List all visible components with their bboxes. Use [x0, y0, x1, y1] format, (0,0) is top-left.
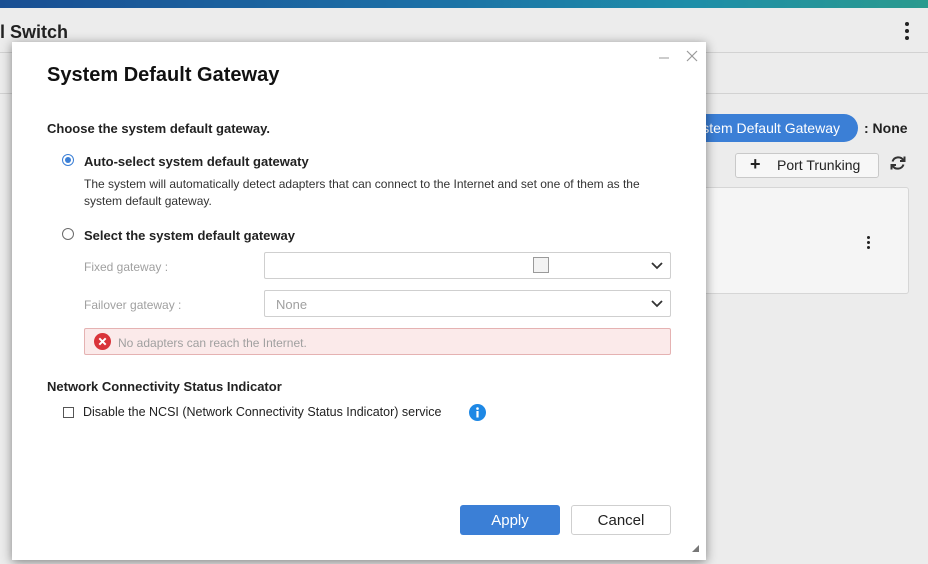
auto-select-description: The system will automatically detect ada…: [84, 177, 640, 208]
manual-select-label[interactable]: Select the system default gateway: [84, 228, 295, 243]
fixed-gateway-select[interactable]: [264, 252, 671, 279]
failover-gateway-select[interactable]: None: [264, 290, 671, 317]
system-default-gateway-button[interactable]: stem Default Gateway: [690, 114, 858, 142]
chevron-down-icon: [651, 300, 663, 308]
adapter-card: [690, 187, 909, 294]
port-trunking-label: Port Trunking: [777, 157, 861, 173]
top-accent-bar: [0, 0, 928, 8]
close-icon[interactable]: [686, 50, 698, 62]
auto-select-label[interactable]: Auto-select system default gatewaty: [84, 154, 309, 169]
card-more-icon[interactable]: [865, 236, 871, 250]
section-heading: Choose the system default gateway.: [47, 121, 270, 136]
error-message: No adapters can reach the Internet.: [118, 336, 307, 350]
minimize-icon[interactable]: [658, 48, 670, 62]
error-icon: [94, 333, 111, 350]
failover-gateway-value: None: [276, 297, 308, 312]
app-more-icon[interactable]: [903, 22, 911, 42]
fixed-gateway-label: Fixed gateway :: [84, 260, 169, 274]
broken-image-icon: [533, 257, 549, 273]
apply-button[interactable]: Apply: [460, 505, 560, 535]
default-gateway-value: : None: [864, 120, 908, 136]
ncsi-heading: Network Connectivity Status Indicator: [47, 379, 282, 394]
disable-ncsi-label[interactable]: Disable the NCSI (Network Connectivity S…: [83, 405, 441, 419]
manual-select-radio[interactable]: [62, 228, 74, 240]
app-title: l Switch: [0, 22, 69, 42]
dialog-title: System Default Gateway: [47, 64, 280, 86]
error-banner: No adapters can reach the Internet.: [84, 328, 671, 355]
refresh-icon[interactable]: [888, 153, 908, 173]
resize-grip-icon[interactable]: [690, 543, 700, 553]
failover-gateway-label: Failover gateway :: [84, 298, 182, 312]
chevron-down-icon: [651, 262, 663, 270]
port-trunking-button[interactable]: + Port Trunking: [735, 153, 879, 178]
cancel-button[interactable]: Cancel: [571, 505, 671, 535]
auto-select-radio[interactable]: [62, 154, 74, 166]
disable-ncsi-checkbox[interactable]: [63, 407, 74, 418]
plus-icon: +: [750, 154, 761, 174]
info-icon[interactable]: [469, 404, 486, 421]
